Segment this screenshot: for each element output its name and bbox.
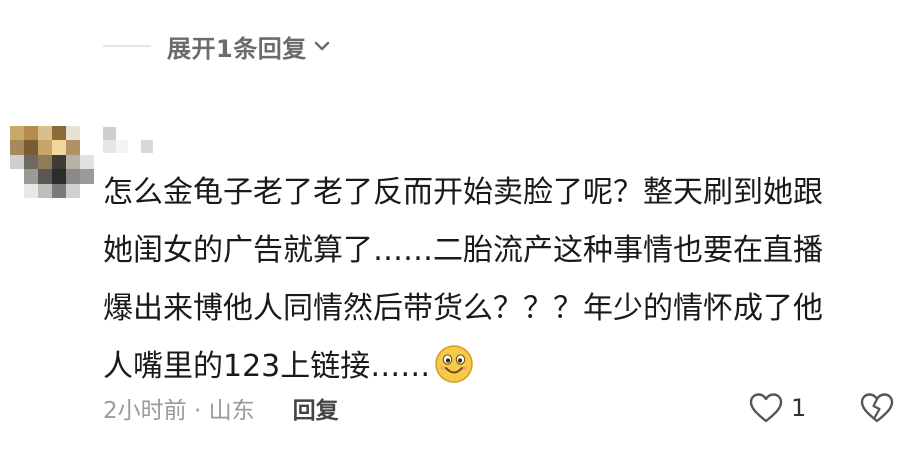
divider-line (103, 45, 151, 47)
broken-heart-icon[interactable] (860, 392, 894, 424)
comment-line: 她闺女的广告就算了……二胎流产这种事情也要在直播 (103, 233, 823, 268)
timestamp-location: 2小时前 · 山东 (103, 398, 255, 424)
avatar[interactable] (10, 126, 94, 198)
comment-thread: 展开1条回复 怎么金龟子老了老了反而开始卖脸了呢？整天刷到她跟 她闺女的广告就算… (0, 0, 912, 462)
comment-line-text: 人嘴里的123上链接…… (103, 349, 431, 384)
comment-text: 怎么金龟子老了老了反而开始卖脸了呢？整天刷到她跟 她闺女的广告就算了……二胎流产… (103, 164, 903, 396)
smile-emoji-icon (435, 345, 474, 383)
chevron-down-icon (314, 41, 329, 51)
reply-button[interactable]: 回复 (293, 391, 339, 425)
comment-line: 怎么金龟子老了老了反而开始卖脸了呢？整天刷到她跟 (103, 175, 823, 210)
comment-line: 爆出来博他人同情然后带货么？？？年少的情怀成了他 (103, 291, 823, 326)
like-count: 1 (791, 394, 807, 422)
comment-meta: 2小时前 · 山东 回复 1 (103, 385, 903, 431)
expand-replies-button[interactable]: 展开1条回复 (103, 24, 331, 68)
expand-replies-label: 展开1条回复 (167, 34, 307, 63)
heart-icon (749, 393, 783, 423)
like-button[interactable]: 1 (749, 385, 806, 431)
username-blurred[interactable] (103, 127, 153, 153)
